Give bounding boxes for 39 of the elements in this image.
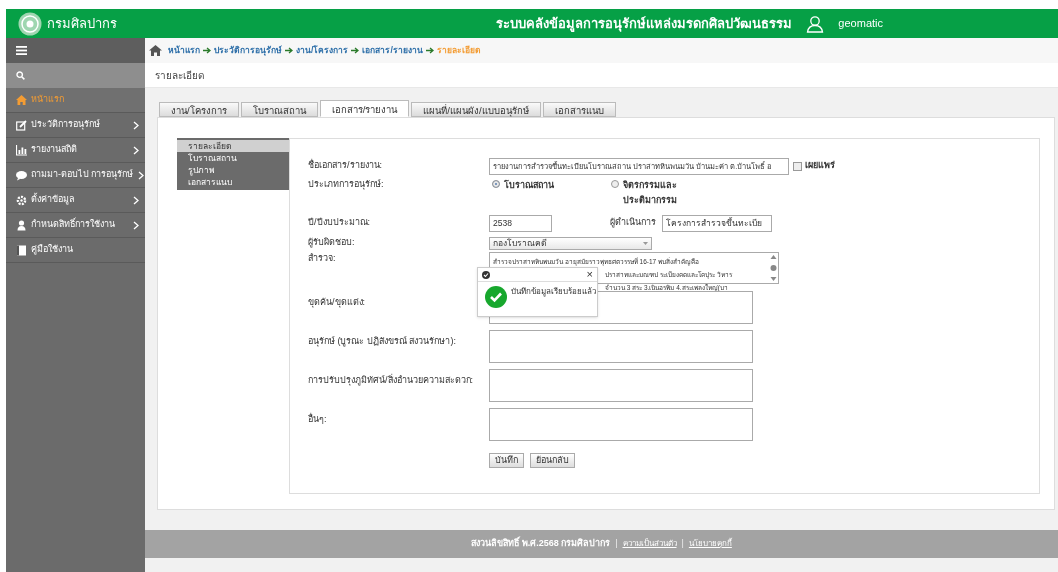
- close-button[interactable]: ×: [586, 269, 593, 280]
- tab[interactable]: เอกสารแนบ: [542, 102, 616, 117]
- separator: |: [615, 537, 618, 551]
- tab[interactable]: โบราณสถาน: [240, 102, 318, 117]
- field-label: การปรับปรุงภูมิทัศน์/สิ่งอำนวยความสะดวก:: [308, 373, 474, 388]
- field-label: ประเภทการอนุรักษ์:: [308, 178, 385, 192]
- field-label: ชื่อเอกสาร/รายงาน:: [308, 159, 383, 173]
- breadcrumb-link[interactable]: ประวัติการอนุรักษ์: [214, 44, 282, 57]
- submenu-item[interactable]: โบราณสถาน: [177, 152, 289, 164]
- operator-field[interactable]: โครงการสำรวจขึ้นทะเบีย: [662, 214, 772, 232]
- field-label: ผู้รับผิดชอบ:: [308, 236, 356, 250]
- tab[interactable]: เอกสาร/รายงาน: [319, 100, 410, 117]
- submenu-item[interactable]: รูปภาพ: [177, 164, 289, 176]
- radio-label: โบราณสถาน: [504, 179, 554, 192]
- breadcrumb-link[interactable]: หน้าแรก: [168, 44, 200, 57]
- breadcrumb-link[interactable]: งาน/โครงการ: [296, 44, 349, 57]
- field-label: ปี/ปีงบประมาณ:: [308, 216, 371, 230]
- field-label: สำรวจ:: [308, 252, 337, 265]
- breadcrumb-link[interactable]: เอกสาร/รายงาน: [362, 44, 423, 57]
- responsible-select[interactable]: กองโบราณคดี: [489, 236, 652, 250]
- logo-text: กรมศิลปากร: [47, 14, 117, 33]
- separator: |: [681, 537, 684, 551]
- tab[interactable]: งาน/โครงการ: [159, 102, 239, 117]
- copyright-text: สงวนลิขสิทธิ์ พ.ศ.2568 กรมศิลปากร: [471, 537, 611, 551]
- page-title: รายละเอียด: [155, 68, 204, 83]
- year-field[interactable]: 2538: [489, 214, 552, 232]
- checkbox-label: เผยแพร่: [805, 159, 835, 173]
- field-label: ผู้ดำเนินการ: [610, 216, 657, 230]
- submenu-item[interactable]: รายละเอียด: [177, 140, 289, 152]
- tab[interactable]: แผนที่/แผนผัง/แบบอนุรักษ์: [411, 102, 541, 117]
- form-button[interactable]: ย้อนกลับ: [530, 453, 575, 468]
- field-label: อื่นๆ:: [308, 412, 328, 426]
- field-label: ขุดค้น/ขุดแต่ง:: [308, 296, 366, 310]
- field-label: อนุรักษ์ (บูรณะ ปฏิสังขรณ์ สงวนรักษา):: [308, 335, 457, 349]
- user-name[interactable]: geomatic: [838, 15, 883, 32]
- form-button[interactable]: บันทึก: [489, 453, 524, 468]
- system-title: ระบบคลังข้อมูลการอนุรักษ์แหล่งมรดกศิลปวัฒนธรรม: [496, 14, 793, 34]
- submenu-item[interactable]: เอกสารแนบ: [177, 176, 289, 188]
- radio-label: จิตรกรรมและ ประติมากรรม: [623, 179, 677, 207]
